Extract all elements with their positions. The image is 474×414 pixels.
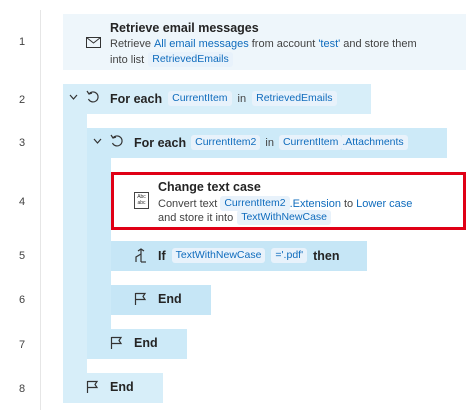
step-4-title: Change text case — [158, 180, 261, 194]
step-4-case-option-link[interactable]: Lower case — [356, 198, 412, 210]
step-1-description-line-1: Retrieve All email messages from account… — [110, 38, 417, 50]
line-number-8: 8 — [18, 383, 26, 395]
variable-token[interactable]: CurrentItem — [168, 91, 232, 106]
step-3-line: For each CurrentItem2 in CurrentItem .At… — [134, 135, 408, 150]
step-5-then: then — [313, 248, 340, 263]
if-branch-icon — [134, 248, 148, 263]
step-4-description-line-2: and store it into TextWithNewCase — [158, 210, 331, 225]
step-2-keyword: For each — [110, 91, 163, 106]
step-1-retrieve-link[interactable]: All email messages — [154, 38, 249, 50]
step-4-text: and store it into — [158, 211, 234, 224]
step-2-line: For each CurrentItem in RetrievedEmails — [110, 91, 337, 106]
line-number-6: 6 — [18, 294, 26, 306]
step-3-body-rail — [87, 158, 111, 330]
variable-token[interactable]: TextWithNewCase — [237, 210, 331, 225]
property-token[interactable]: .Attachments — [342, 135, 408, 150]
variable-token[interactable]: CurrentItem2 — [191, 135, 261, 150]
variable-token[interactable]: RetrievedEmails — [148, 52, 233, 67]
step-8-keyword: End — [110, 380, 134, 394]
chevron-down-icon[interactable] — [69, 94, 78, 100]
loop-icon — [86, 90, 101, 104]
line-number-4: 4 — [18, 196, 26, 208]
variable-token[interactable]: RetrievedEmails — [252, 91, 337, 106]
flag-icon — [134, 292, 147, 306]
step-1-text: into list — [110, 53, 145, 66]
step-5-keyword: If — [158, 248, 166, 263]
loop-icon — [110, 134, 125, 148]
step-1-text: Retrieve — [110, 38, 151, 50]
variable-token[interactable]: TextWithNewCase — [171, 248, 266, 263]
step-3-in: in — [265, 136, 274, 149]
line-number-5: 5 — [18, 250, 26, 262]
variable-token[interactable]: CurrentItem2 — [220, 196, 290, 211]
step-4-text: Convert text — [158, 197, 218, 210]
condition-token[interactable]: ='.pdf' — [271, 248, 308, 263]
flag-icon — [86, 380, 99, 394]
step-5-line: If TextWithNewCase ='.pdf' then — [158, 248, 339, 263]
step-7-keyword: End — [134, 336, 158, 350]
chevron-down-icon[interactable] — [93, 138, 102, 144]
text-case-icon: Abc abc — [134, 192, 149, 209]
step-6-keyword: End — [158, 292, 182, 306]
line-number-1: 1 — [18, 36, 26, 48]
line-number-7: 7 — [18, 339, 26, 351]
step-1-account-value[interactable]: 'test' — [318, 38, 340, 50]
step-2-in: in — [237, 92, 247, 105]
line-number-3: 3 — [18, 137, 26, 149]
property-token[interactable]: .Extension — [290, 198, 341, 210]
step-4-description-line-1: Convert text CurrentItem2 .Extension to … — [158, 196, 412, 211]
step-3-keyword: For each — [134, 135, 187, 150]
flag-icon — [110, 336, 123, 350]
mail-icon — [86, 37, 101, 48]
step-2-body-rail — [63, 114, 87, 374]
step-1-description-line-2: into list RetrievedEmails — [110, 52, 233, 67]
variable-token[interactable]: CurrentItem — [278, 135, 343, 150]
step-1-text: and store them — [343, 38, 417, 50]
step-4-to: to — [343, 197, 354, 210]
line-number-2: 2 — [18, 94, 26, 106]
step-1-text: from account — [251, 38, 316, 50]
step-1-title: Retrieve email messages — [110, 21, 259, 35]
